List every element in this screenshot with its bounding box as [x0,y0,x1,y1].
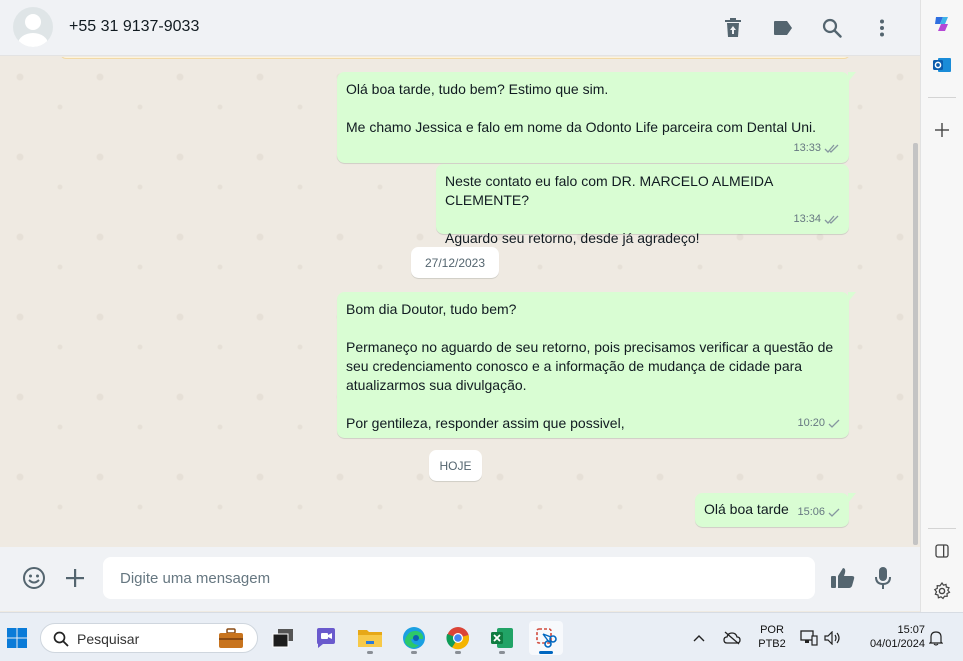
add-icon[interactable] [929,117,955,143]
volume-icon[interactable] [821,621,845,655]
check-icon [828,419,840,428]
search-icon[interactable] [818,14,846,42]
windows-taskbar: Pesquisar POR PTB2 15:07 04/01/2024 [0,612,963,661]
message-text: Bom dia Doutor, tudo bem? Permaneço no a… [346,301,834,431]
emoji-icon[interactable] [19,563,49,593]
message-time: 13:34 [793,213,821,225]
taskbar-search[interactable]: Pesquisar [40,623,258,653]
browser-sidebar [920,0,963,612]
menu-icon[interactable] [868,14,896,42]
search-label: Pesquisar [77,631,140,647]
show-hidden-icons-chevron-icon[interactable] [684,621,714,655]
message-text: Neste contato eu falo com DR. MARCELO AL… [445,173,773,246]
copilot-icon[interactable] [929,11,955,37]
message-bubble[interactable]: Olá boa tarde 15:06 [695,493,856,527]
input-language[interactable]: POR PTB2 [757,623,787,651]
message-time: 10:20 [797,417,825,429]
file-explorer-icon[interactable] [353,621,387,655]
cloud-offline-icon[interactable] [717,621,747,655]
message-bubble[interactable]: Neste contato eu falo com DR. MARCELO AL… [436,164,849,246]
date-divider: HOJE [429,450,482,481]
settings-icon[interactable] [929,578,955,604]
message-input[interactable] [103,557,815,599]
pinned-banner-edge [60,57,850,59]
microphone-icon[interactable] [868,563,898,593]
clock[interactable]: 15:07 04/01/2024 [853,623,925,651]
avatar[interactable] [13,7,53,47]
network-icon[interactable] [797,621,821,655]
double-check-icon [824,215,839,224]
sidebar-toggle-icon[interactable] [929,538,955,564]
date-divider: 27/12/2023 [411,247,499,278]
snipping-tool-icon[interactable] [529,621,563,655]
message-time: 15:06 [797,506,825,518]
conversation-panel[interactable]: Olá boa tarde, tudo bem? Estimo que sim.… [0,57,920,546]
edge-icon[interactable] [397,621,431,655]
message-bubble[interactable]: Bom dia Doutor, tudo bem? Permaneço no a… [337,292,856,438]
task-view-icon[interactable] [266,621,300,655]
message-bubble[interactable]: Olá boa tarde, tudo bem? Estimo que sim.… [337,72,856,163]
message-text: Olá boa tarde, tudo bem? Estimo que sim.… [346,81,817,135]
composer-bar [0,547,920,611]
double-check-icon [824,144,839,153]
thumbs-up-icon[interactable] [828,563,858,593]
notification-bell-icon[interactable] [925,621,947,655]
delete-icon[interactable] [719,14,747,42]
briefcase-icon [219,628,243,648]
start-windows-icon[interactable] [0,621,34,655]
check-icon [828,508,840,517]
chrome-icon[interactable] [441,621,475,655]
label-icon[interactable] [769,14,797,42]
excel-icon[interactable] [485,621,519,655]
whatsapp-window: +55 31 9137-9033 Olá boa tarde, tudo bem… [0,0,920,612]
contact-name[interactable]: +55 31 9137-9033 [69,18,199,36]
teams-chat-icon[interactable] [309,621,343,655]
outlook-icon[interactable] [929,52,955,78]
attach-plus-icon[interactable] [60,563,90,593]
scrollbar[interactable] [913,143,918,545]
message-time: 13:33 [793,142,821,154]
search-icon [53,631,69,647]
chat-header[interactable]: +55 31 9137-9033 [0,0,920,56]
